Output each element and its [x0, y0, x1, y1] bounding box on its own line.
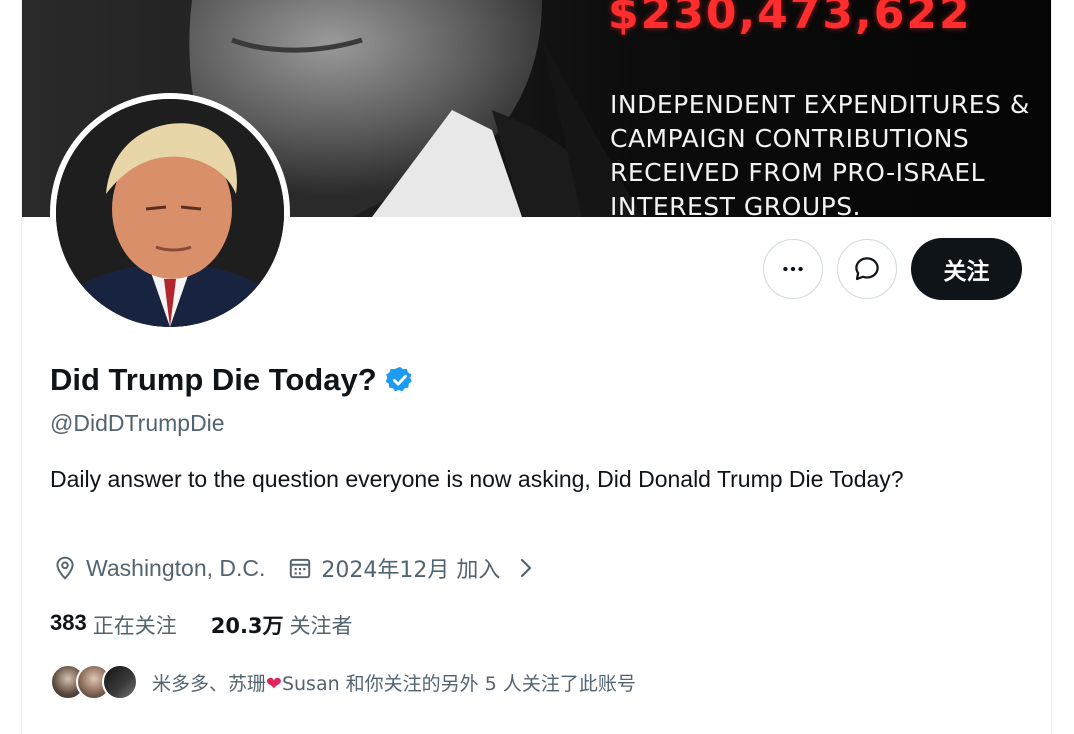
join-date[interactable]: 2024年12月 加入 [287, 552, 536, 584]
verified-badge-icon[interactable] [385, 365, 415, 395]
profile-page: $230,473,622 INDEPENDENT EXPENDITURES & … [0, 0, 1074, 734]
following-count: 383 [50, 610, 87, 635]
followed-by-row[interactable]: 米多多、苏珊❤Susan 和你关注的另外 5 人关注了此账号 [50, 662, 636, 702]
avatar[interactable] [50, 93, 290, 333]
handle: @DidDTrumpDie [50, 410, 225, 436]
bio: Daily answer to the question everyone is… [50, 466, 904, 492]
location-pin-icon [56, 556, 74, 580]
followed-by-names: 米多多、苏珊 [152, 672, 267, 695]
profile-meta: Washington, D.C. 2024年12月 加入 [52, 552, 558, 584]
display-name: Did Trump Die Today? [50, 362, 377, 397]
message-bubble-icon [855, 257, 879, 281]
followed-by-suffix: Susan 和你关注的另外 5 人关注了此账号 [281, 672, 636, 695]
follower-avatar [102, 664, 138, 700]
profile-stats: 383 正在关注 20.3万 关注者 [50, 610, 353, 640]
message-button[interactable] [837, 239, 897, 299]
more-horizontal-icon [783, 266, 803, 272]
following-label: 正在关注 [92, 614, 177, 638]
join-date-text: 2024年12月 加入 [321, 558, 501, 583]
location: Washington, D.C. [52, 555, 265, 582]
location-text: Washington, D.C. [86, 554, 266, 581]
chevron-right-icon [516, 556, 536, 580]
followers-link[interactable]: 20.3万 关注者 [211, 610, 353, 640]
follow-button[interactable]: 关注 [911, 238, 1022, 300]
profile-actions: 关注 [763, 238, 1022, 300]
banner-amount: $230,473,622 [608, 0, 972, 39]
followed-by-text: 米多多、苏珊❤Susan 和你关注的另外 5 人关注了此账号 [152, 669, 636, 696]
name-row: Did Trump Die Today? [50, 362, 415, 398]
banner-text: INDEPENDENT EXPENDITURES & CAMPAIGN CONT… [610, 90, 1030, 217]
follower-avatars [50, 662, 140, 702]
followers-label: 关注者 [289, 614, 353, 638]
avatar-image [56, 99, 284, 327]
followers-count: 20.3万 [210, 614, 284, 638]
heart-icon: ❤ [266, 672, 282, 695]
more-button[interactable] [763, 239, 823, 299]
following-link[interactable]: 383 正在关注 [50, 610, 177, 640]
calendar-icon [290, 558, 311, 579]
